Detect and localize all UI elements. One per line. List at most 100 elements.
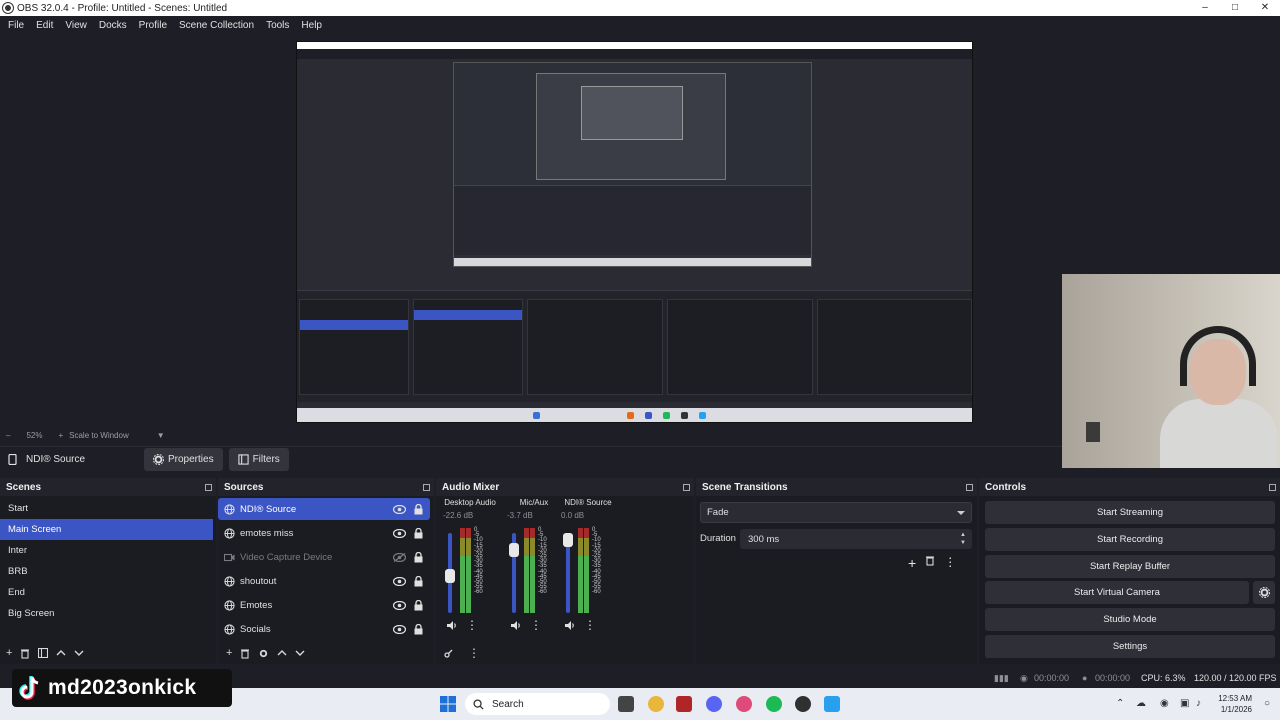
add-scene-icon[interactable]: + xyxy=(6,647,12,659)
transition-menu-icon[interactable]: ⋮ xyxy=(944,555,956,571)
network-icon[interactable]: ▣ xyxy=(1180,698,1189,709)
source-item[interactable]: shoutout xyxy=(218,570,430,592)
zoom-out-icon[interactable]: – xyxy=(6,431,10,440)
menu-docks[interactable]: Docks xyxy=(93,20,133,31)
maximize-button[interactable]: □ xyxy=(1220,0,1250,16)
move-up-icon[interactable] xyxy=(277,649,287,657)
start-replay-buffer-button[interactable]: Start Replay Buffer xyxy=(985,555,1275,578)
scene-filters-icon[interactable] xyxy=(38,648,49,658)
volume-icon[interactable]: ♪ xyxy=(1196,698,1201,709)
source-properties-icon[interactable] xyxy=(258,648,269,659)
mixer-menu-icon[interactable]: ⋮ xyxy=(468,646,480,660)
popout-icon[interactable] xyxy=(683,483,690,491)
volume-fader-knob[interactable] xyxy=(563,533,573,547)
virtual-camera-settings-button[interactable] xyxy=(1253,581,1275,604)
preview-mixer-dock xyxy=(527,299,663,395)
scene-item[interactable]: Inter xyxy=(0,540,216,561)
onedrive-icon[interactable]: ☁ xyxy=(1136,698,1146,709)
eye-icon[interactable] xyxy=(393,600,406,610)
meter-scale-label: -60 xyxy=(474,589,483,596)
source-item[interactable]: emotes miss xyxy=(218,522,430,544)
chevron-down-icon[interactable]: ▼ xyxy=(157,431,165,440)
eye-hidden-icon[interactable] xyxy=(393,552,406,562)
chrome-icon[interactable] xyxy=(648,696,664,712)
speaker-icon[interactable] xyxy=(446,620,458,631)
move-down-icon[interactable] xyxy=(74,649,84,657)
speaker-icon[interactable] xyxy=(564,620,576,631)
volume-fader-knob[interactable] xyxy=(445,569,455,584)
scene-item[interactable]: Start xyxy=(0,498,216,519)
menu-tools[interactable]: Tools xyxy=(260,20,295,31)
speaker-icon[interactable] xyxy=(510,620,522,631)
menu-edit[interactable]: Edit xyxy=(30,20,59,31)
eye-icon[interactable] xyxy=(393,624,406,634)
channel-menu-icon[interactable]: ⋮ xyxy=(530,619,542,631)
lock-icon[interactable] xyxy=(414,527,424,539)
eye-icon[interactable] xyxy=(393,528,406,538)
remove-source-icon[interactable] xyxy=(240,648,250,659)
source-item[interactable]: NDI® Source xyxy=(218,498,430,520)
properties-button[interactable]: Properties xyxy=(144,448,223,471)
app-icon[interactable] xyxy=(736,696,752,712)
zoom-in-icon[interactable]: + xyxy=(58,431,63,440)
remove-scene-icon[interactable] xyxy=(20,648,30,659)
eye-icon[interactable] xyxy=(393,504,406,514)
remove-transition-icon[interactable] xyxy=(925,555,935,571)
task-view-icon[interactable] xyxy=(618,696,634,712)
popout-icon[interactable] xyxy=(966,483,973,491)
lock-icon[interactable] xyxy=(414,623,424,635)
start-streaming-button[interactable]: Start Streaming xyxy=(985,501,1275,524)
menu-view[interactable]: View xyxy=(59,20,93,31)
menu-help[interactable]: Help xyxy=(295,20,328,31)
scene-item[interactable]: BRB xyxy=(0,561,216,582)
scale-mode-select[interactable]: Scale to Window xyxy=(69,431,129,440)
menu-file[interactable]: File xyxy=(2,20,30,31)
taskbar-clock[interactable]: 12:53 AM 1/1/2026 xyxy=(1218,693,1252,715)
close-button[interactable]: ✕ xyxy=(1250,0,1280,16)
filters-button[interactable]: Filters xyxy=(228,448,289,471)
notification-icon[interactable]: ○ xyxy=(1264,698,1270,709)
mixer-link-icon[interactable] xyxy=(444,648,454,658)
popout-icon[interactable] xyxy=(423,483,430,491)
wifi-icon[interactable]: ◉ xyxy=(1160,698,1169,709)
move-up-icon[interactable] xyxy=(56,649,66,657)
spotify-icon[interactable] xyxy=(766,696,782,712)
start-recording-button[interactable]: Start Recording xyxy=(985,528,1275,551)
lock-icon[interactable] xyxy=(414,551,424,563)
scene-item[interactable]: End xyxy=(0,582,216,603)
menu-scene-collection[interactable]: Scene Collection xyxy=(173,20,260,31)
source-item[interactable]: Emotes xyxy=(218,594,430,616)
popout-icon[interactable] xyxy=(205,483,212,491)
add-source-icon[interactable]: + xyxy=(226,647,232,659)
menu-profile[interactable]: Profile xyxy=(133,20,173,31)
settings-button[interactable]: Settings xyxy=(985,635,1275,658)
duration-field[interactable]: 300 ms ▲ ▼ xyxy=(740,529,972,549)
minimize-button[interactable]: – xyxy=(1190,0,1220,16)
popout-icon[interactable] xyxy=(1269,483,1276,491)
tray-chevron-icon[interactable]: ⌃ xyxy=(1116,698,1124,709)
taskbar-search[interactable]: Search xyxy=(465,693,610,715)
windows-start-icon[interactable] xyxy=(440,696,456,712)
discord-icon[interactable] xyxy=(706,696,722,712)
spinner-icon[interactable]: ▲ ▼ xyxy=(960,531,966,547)
lock-icon[interactable] xyxy=(414,575,424,587)
lock-icon[interactable] xyxy=(414,599,424,611)
channel-menu-icon[interactable]: ⋮ xyxy=(466,619,478,631)
studio-mode-button[interactable]: Studio Mode xyxy=(985,608,1275,631)
source-item[interactable]: Socials xyxy=(218,618,430,640)
preview-canvas[interactable] xyxy=(296,41,973,423)
volume-fader-knob[interactable] xyxy=(509,542,519,557)
app-icon[interactable] xyxy=(824,696,840,712)
start-virtual-camera-button[interactable]: Start Virtual Camera xyxy=(985,581,1249,604)
transition-select[interactable]: Fade xyxy=(700,502,972,523)
app-icon[interactable] xyxy=(676,696,692,712)
scene-item[interactable]: Main Screen xyxy=(0,519,213,540)
obs-icon[interactable] xyxy=(795,696,811,712)
eye-icon[interactable] xyxy=(393,576,406,586)
move-down-icon[interactable] xyxy=(295,649,305,657)
channel-menu-icon[interactable]: ⋮ xyxy=(584,619,596,631)
source-item[interactable]: Video Capture Device xyxy=(218,546,430,568)
scene-item[interactable]: Big Screen xyxy=(0,603,216,624)
lock-icon[interactable] xyxy=(414,503,424,515)
add-transition-icon[interactable]: + xyxy=(908,555,916,571)
